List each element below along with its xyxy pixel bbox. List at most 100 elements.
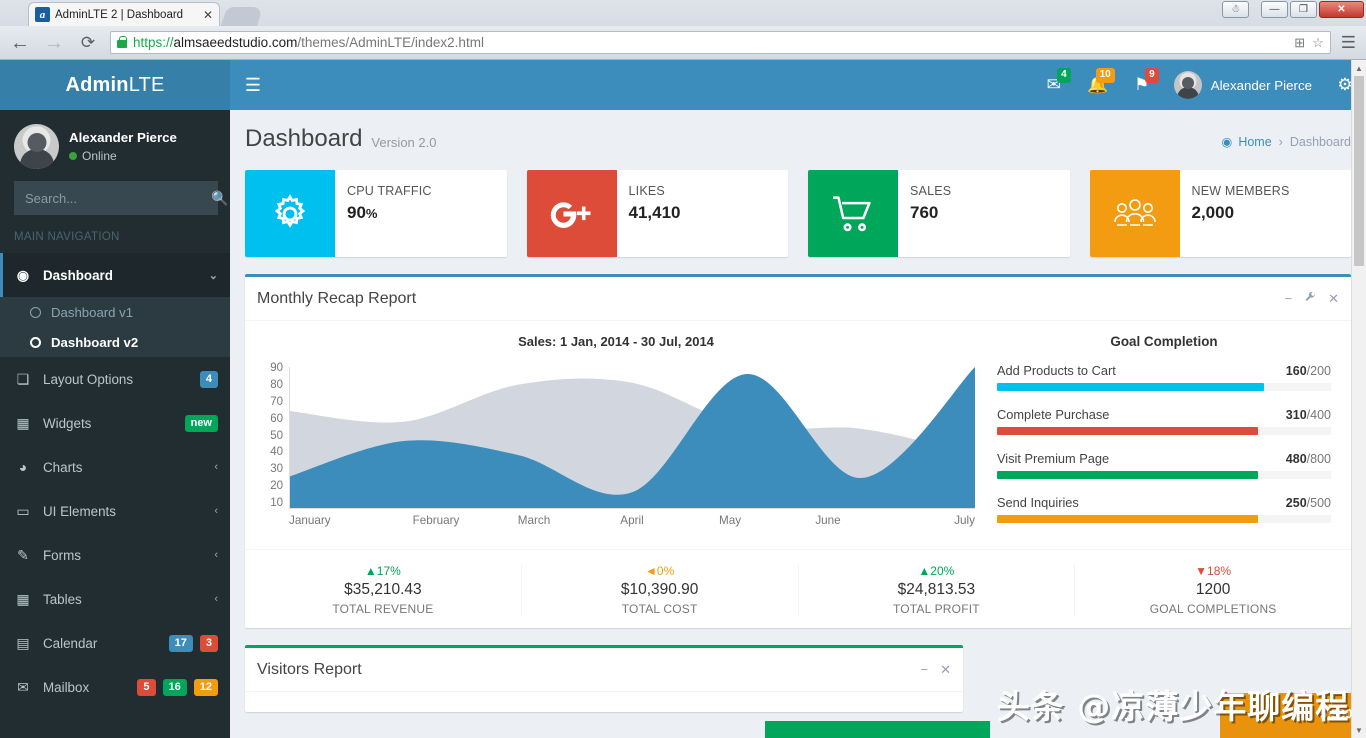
sidebar-search-wrap: 🔍 [0, 181, 230, 215]
browser-toolbar: ← → ⟳ https://almsaeedstudio.com/themes/… [0, 26, 1366, 60]
sidebar-toggle-icon[interactable]: ☰ [230, 60, 276, 110]
visitors-row: Visitors Report − ✕ [245, 645, 1351, 712]
sidebar-submenu: Dashboard v1 Dashboard v2 [0, 297, 230, 357]
collapse-icon[interactable]: − [921, 662, 929, 677]
goal-row: Send Inquiries 250/500 [997, 495, 1331, 523]
sidebar-item-dashboard-v2[interactable]: Dashboard v2 [0, 327, 230, 357]
sidebar-item-charts[interactable]: ◕ Charts ‹ [0, 445, 230, 489]
sidebar-item-widgets[interactable]: ▦ Widgets new [0, 401, 230, 445]
window-minimize-button[interactable]: — [1261, 1, 1288, 18]
scroll-down-icon[interactable]: ▼ [1352, 722, 1366, 738]
y-tick: 10 [257, 497, 283, 509]
stat-delta-value: 18% [1207, 564, 1231, 578]
reload-icon[interactable]: ⟳ [76, 34, 100, 51]
goal-value: 310/400 [1286, 408, 1331, 422]
window-close-button[interactable]: ✕ [1319, 1, 1364, 18]
sidebar-item-layout-options[interactable]: ❏ Layout Options 4 [0, 357, 230, 401]
sidebar-item-dashboard[interactable]: ◉ Dashboard ⌄ [0, 253, 230, 297]
address-bar[interactable]: https://almsaeedstudio.com/themes/AdminL… [110, 31, 1331, 54]
bookmark-star-icon[interactable]: ☆ [1312, 35, 1324, 51]
chart-y-axis: 90 80 70 60 50 40 30 20 10 [257, 362, 283, 509]
visitors-progress-green [765, 721, 990, 738]
goal-current: 250 [1286, 496, 1307, 510]
navbar-user-name: Alexander Pierce [1211, 78, 1312, 93]
infobox-label: CPU TRAFFIC [347, 184, 432, 198]
breadcrumb-separator: › [1279, 135, 1283, 149]
breadcrumb-home[interactable]: ◉ Home [1221, 134, 1271, 149]
infobox-sales[interactable]: SALES 760 [808, 170, 1070, 257]
sidebar-item-dashboard-v1[interactable]: Dashboard v1 [0, 297, 230, 327]
stat-total-cost: ◄0% $10,390.90 TOTAL COST [522, 564, 799, 616]
new-tab-button[interactable] [221, 7, 263, 26]
sidebar-search-box[interactable]: 🔍 [14, 181, 218, 215]
split-view-icon[interactable]: ⊞ [1294, 35, 1305, 51]
progress-track [997, 471, 1331, 479]
chart-svg [290, 367, 975, 508]
close-icon[interactable]: ✕ [1328, 291, 1339, 307]
goal-current: 310 [1286, 408, 1307, 422]
messages-menu[interactable]: ✉ 4 [1032, 60, 1076, 110]
sidebar-item-calendar[interactable]: ▤ Calendar 17 3 [0, 621, 230, 665]
infobox-value: 2,000 [1192, 203, 1290, 223]
page-scrollbar[interactable]: ▲ ▼ [1351, 60, 1366, 738]
search-input[interactable] [15, 191, 211, 206]
infobox-new-members[interactable]: NEW MEMBERS 2,000 [1090, 170, 1352, 257]
address-bar-actions: ⊞ ☆ [1294, 35, 1324, 51]
arrow-left-icon: ◄ [645, 564, 657, 578]
badge: 4 [1057, 68, 1071, 83]
infobox-value: 41,410 [629, 203, 681, 223]
sidebar-item-forms[interactable]: ✎ Forms ‹ [0, 533, 230, 577]
sidebar-user-panel[interactable]: Alexander Pierce Online [0, 110, 230, 181]
sales-chart: Sales: 1 Jan, 2014 - 30 Jul, 2014 90 80 … [257, 334, 975, 539]
collapse-icon[interactable]: − [1285, 291, 1293, 306]
badge: 5 [137, 679, 155, 696]
infobox-number: 90 [347, 203, 366, 222]
infobox-value: 760 [910, 203, 951, 223]
favicon-icon: a [35, 7, 50, 22]
sidebar-user-info: Alexander Pierce Online [69, 128, 177, 166]
progress-bar [997, 427, 1258, 435]
window-user-button[interactable]: ☃ [1222, 1, 1249, 18]
infobox-cpu-traffic[interactable]: CPU TRAFFIC 90% [245, 170, 507, 257]
back-icon[interactable]: ← [8, 33, 32, 53]
chevron-down-icon: ⌄ [209, 269, 218, 282]
sidebar-item-tables[interactable]: ▦ Tables ‹ [0, 577, 230, 621]
scrollbar-thumb[interactable] [1354, 76, 1364, 266]
search-icon[interactable]: 🔍 [211, 190, 228, 207]
y-tick: 70 [257, 396, 283, 408]
goal-line: Complete Purchase 310/400 [997, 407, 1331, 422]
goal-line: Send Inquiries 250/500 [997, 495, 1331, 510]
lock-icon [117, 40, 127, 48]
panel-title: Visitors Report [257, 661, 362, 679]
chart-area: 90 80 70 60 50 40 30 20 10 [257, 362, 975, 522]
wrench-icon[interactable] [1304, 291, 1316, 306]
goal-value: 250/500 [1286, 496, 1331, 510]
browser-tab[interactable]: a AdminLTE 2 | Dashboard ✕ [28, 2, 220, 26]
goal-label: Add Products to Cart [997, 363, 1286, 378]
sidebar-item-mailbox[interactable]: ✉ Mailbox 5 16 12 [0, 665, 230, 709]
notifications-menu[interactable]: 🔔 10 [1076, 60, 1120, 110]
window-maximize-button[interactable]: ❐ [1290, 1, 1317, 18]
y-tick: 90 [257, 362, 283, 374]
infobox-label: SALES [910, 184, 951, 198]
tasks-menu[interactable]: ⚑ 9 [1120, 60, 1164, 110]
x-tick: February [387, 514, 485, 527]
sidebar-item-ui-elements[interactable]: ▭ UI Elements ‹ [0, 489, 230, 533]
scroll-up-icon[interactable]: ▲ [1352, 60, 1366, 76]
page-header: Dashboard Version 2.0 ◉ Home › Dashboard [245, 110, 1351, 153]
close-icon[interactable]: ✕ [940, 662, 951, 678]
gear-icon [245, 170, 335, 257]
browser-menu-icon[interactable]: ☰ [1341, 33, 1356, 53]
goal-label: Send Inquiries [997, 495, 1286, 510]
forward-icon[interactable]: → [42, 33, 66, 53]
app-logo[interactable]: AdminLTE [0, 60, 230, 110]
dashboard-icon: ◉ [1221, 134, 1232, 149]
goal-total-number: 200 [1310, 364, 1331, 378]
badge-group: 17 3 [166, 635, 218, 652]
stat-delta: ▲20% [799, 564, 1075, 578]
close-icon[interactable]: ✕ [203, 8, 213, 22]
navbar-user-menu[interactable]: Alexander Pierce [1164, 60, 1324, 110]
infobox-likes[interactable]: LIKES 41,410 [527, 170, 789, 257]
google-plus-icon [527, 170, 617, 257]
stat-total-profit: ▲20% $24,813.53 TOTAL PROFIT [799, 564, 1076, 616]
